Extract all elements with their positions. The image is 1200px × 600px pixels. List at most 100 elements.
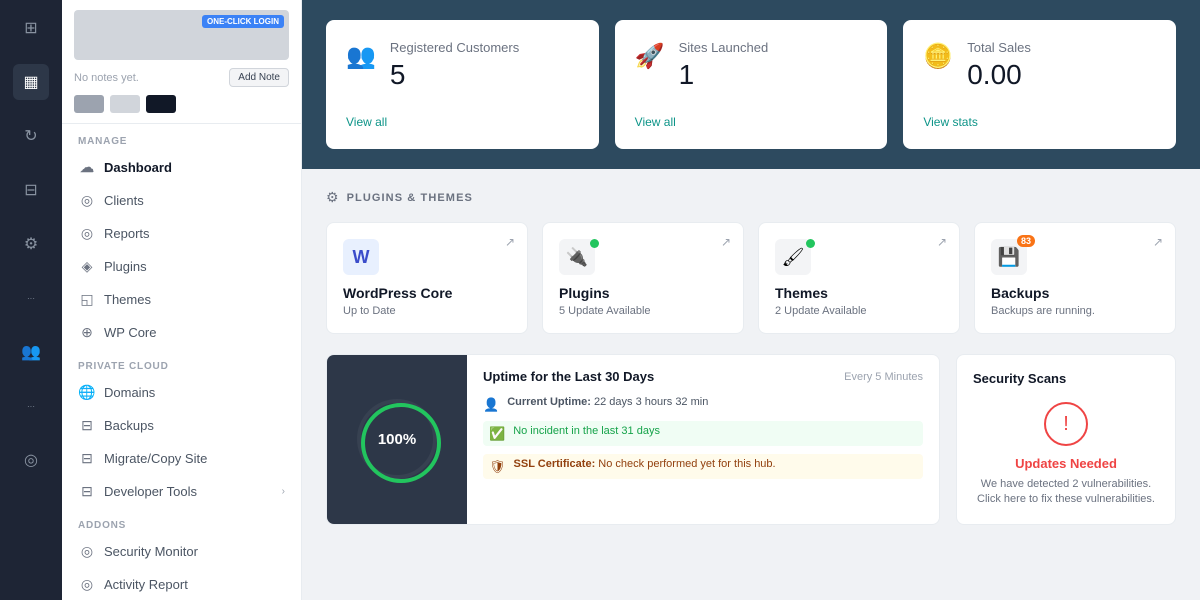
sidebar: ONE-CLICK LOGIN No notes yet. Add Note M… (62, 0, 302, 600)
security-card[interactable]: Security Scans ! Updates Needed We have … (956, 354, 1176, 525)
addons-section-label: ADDONS (62, 508, 301, 535)
backups-card-title: Backups (991, 285, 1159, 301)
plugin-card-plugins[interactable]: ↗ 🔌 Plugins 5 Update Available (542, 222, 744, 334)
sidebar-item-label-wpcore: WP Core (104, 325, 157, 340)
arrow-icon: ↗ (505, 235, 515, 249)
users-icon[interactable]: 👥 (13, 334, 49, 370)
backups-card-sub: Backups are running. (991, 305, 1159, 317)
themes-status-dot (806, 239, 815, 248)
sidebar-item-wpcore[interactable]: ⊕ WP Core (62, 316, 301, 349)
sidebar-item-label-dashboard: Dashboard (104, 160, 172, 175)
backups-icon: ⊟ (78, 417, 96, 434)
sidebar-top: ONE-CLICK LOGIN No notes yet. Add Note (62, 0, 301, 124)
uptime-stat-ssl: 🛡 SSL Certificate: No check performed ye… (483, 454, 923, 479)
no-notes-text: No notes yet. (74, 72, 139, 84)
arrow-icon: ↗ (721, 235, 731, 249)
customers-value: 5 (390, 59, 519, 91)
settings-icon[interactable]: ◎ (13, 442, 49, 478)
arrow-icon: ↗ (937, 235, 947, 249)
plugins-themes-icon: ⚙ (326, 189, 339, 206)
reports-icon: ◎ (78, 225, 96, 242)
uptime-circle: 100% (357, 399, 437, 479)
sales-link[interactable]: View stats (923, 99, 1156, 129)
plugin-card-backups[interactable]: ↗ 💾 83 Backups Backups are running. (974, 222, 1176, 334)
layout-icon[interactable]: ▦ (13, 64, 49, 100)
sidebar-item-label-backups: Backups (104, 418, 154, 433)
swatch-dark[interactable] (146, 95, 176, 113)
activity-report-icon: ◎ (78, 576, 96, 593)
uptime-stat-incident: ✅ No incident in the last 31 days (483, 421, 923, 446)
sidebar-item-plugins[interactable]: ◈ Plugins (62, 250, 301, 283)
uptime-card: 100% Uptime for the Last 30 Days Every 5… (326, 354, 940, 525)
sidebar-item-clients[interactable]: ◎ Clients (62, 184, 301, 217)
sales-label: Total Sales (967, 40, 1031, 55)
arrow-icon: ↗ (1153, 235, 1163, 249)
sidebar-item-backups[interactable]: ⊟ Backups (62, 409, 301, 442)
sidebar-item-label-security-monitor: Security Monitor (104, 544, 198, 559)
refresh-icon[interactable]: ↻ (13, 118, 49, 154)
main-content: 👥 Registered Customers 5 View all 🚀 Site… (302, 0, 1200, 600)
security-alert-title: Updates Needed (1015, 456, 1117, 471)
domains-icon: 🌐 (78, 384, 96, 401)
sidebar-item-activity-report[interactable]: ◎ Activity Report (62, 568, 301, 600)
sidebar-item-label-themes: Themes (104, 292, 151, 307)
stat-card-sites[interactable]: 🚀 Sites Launched 1 View all (615, 20, 888, 149)
migrate-icon: ⊟ (78, 450, 96, 467)
wp-core-card-sub: Up to Date (343, 305, 511, 317)
customers-link[interactable]: View all (346, 99, 579, 129)
sales-value: 0.00 (967, 59, 1031, 91)
themes-card-title: Themes (775, 285, 943, 301)
sites-icon: 🚀 (635, 42, 665, 71)
sidebar-item-devtools[interactable]: ⊟ Developer Tools › (62, 475, 301, 508)
sidebar-item-migrate[interactable]: ⊟ Migrate/Copy Site (62, 442, 301, 475)
uptime-header: Uptime for the Last 30 Days Every 5 Minu… (483, 369, 923, 384)
swatch-gray[interactable] (74, 95, 104, 113)
grid-icon[interactable]: ⊞ (13, 10, 49, 46)
sites-label: Sites Launched (679, 40, 769, 55)
table-icon[interactable]: ⊟ (13, 172, 49, 208)
plugin-card-themes[interactable]: ↗ 🖌 Themes 2 Update Available (758, 222, 960, 334)
sidebar-item-label-migrate: Migrate/Copy Site (104, 451, 207, 466)
sidebar-item-domains[interactable]: 🌐 Domains (62, 376, 301, 409)
private-cloud-section-label: PRIVATE CLOUD (62, 349, 301, 376)
current-uptime-value: 22 days 3 hours 32 min (594, 396, 708, 408)
themes-card-sub: 2 Update Available (775, 305, 943, 317)
security-title: Security Scans (973, 371, 1066, 386)
plugins-card-sub: 5 Update Available (559, 305, 727, 317)
sidebar-item-label-domains: Domains (104, 385, 155, 400)
sidebar-item-label-clients: Clients (104, 193, 144, 208)
sites-link[interactable]: View all (635, 99, 868, 129)
plugins-icon: ◈ (78, 258, 96, 275)
plugins-status-dot (590, 239, 599, 248)
gear-icon[interactable]: ⚙ (13, 226, 49, 262)
customers-label: Registered Customers (390, 40, 519, 55)
sidebar-item-reports[interactable]: ◎ Reports (62, 217, 301, 250)
plugins-card-title: Plugins (559, 285, 727, 301)
plugin-card-wordpress-core[interactable]: ↗ W WordPress Core Up to Date (326, 222, 528, 334)
check-circle-icon: ✅ (489, 426, 505, 442)
swatch-light[interactable] (110, 95, 140, 113)
sidebar-item-security-monitor[interactable]: ◎ Security Monitor (62, 535, 301, 568)
person-icon: 👤 (483, 397, 499, 413)
more-icon[interactable]: ··· (13, 280, 49, 316)
ssl-label: SSL Certificate: (514, 458, 596, 470)
customers-icon: 👥 (346, 42, 376, 71)
sidebar-item-dashboard[interactable]: ☁ Dashboard (62, 151, 301, 184)
chevron-right-icon: › (282, 486, 285, 497)
uptime-circle-svg (357, 399, 445, 487)
manage-section-label: MANAGE (62, 124, 301, 151)
plugins-themes-title: PLUGINS & THEMES (347, 192, 473, 204)
sidebar-item-themes[interactable]: ◱ Themes (62, 283, 301, 316)
uptime-stat-current: 👤 Current Uptime: 22 days 3 hours 32 min (483, 396, 923, 413)
more2-icon[interactable]: ··· (13, 388, 49, 424)
devtools-icon: ⊟ (78, 483, 96, 500)
uptime-visual: 100% (327, 355, 467, 524)
color-swatches (74, 95, 289, 113)
stat-card-sales[interactable]: 🪙 Total Sales 0.00 View stats (903, 20, 1176, 149)
one-click-login-badge: ONE-CLICK LOGIN (202, 15, 284, 28)
wp-core-card-title: WordPress Core (343, 285, 511, 301)
current-uptime-label: Current Uptime: (507, 396, 591, 408)
uptime-freq: Every 5 Minutes (844, 371, 923, 383)
stat-card-customers[interactable]: 👥 Registered Customers 5 View all (326, 20, 599, 149)
add-note-button[interactable]: Add Note (229, 68, 289, 87)
